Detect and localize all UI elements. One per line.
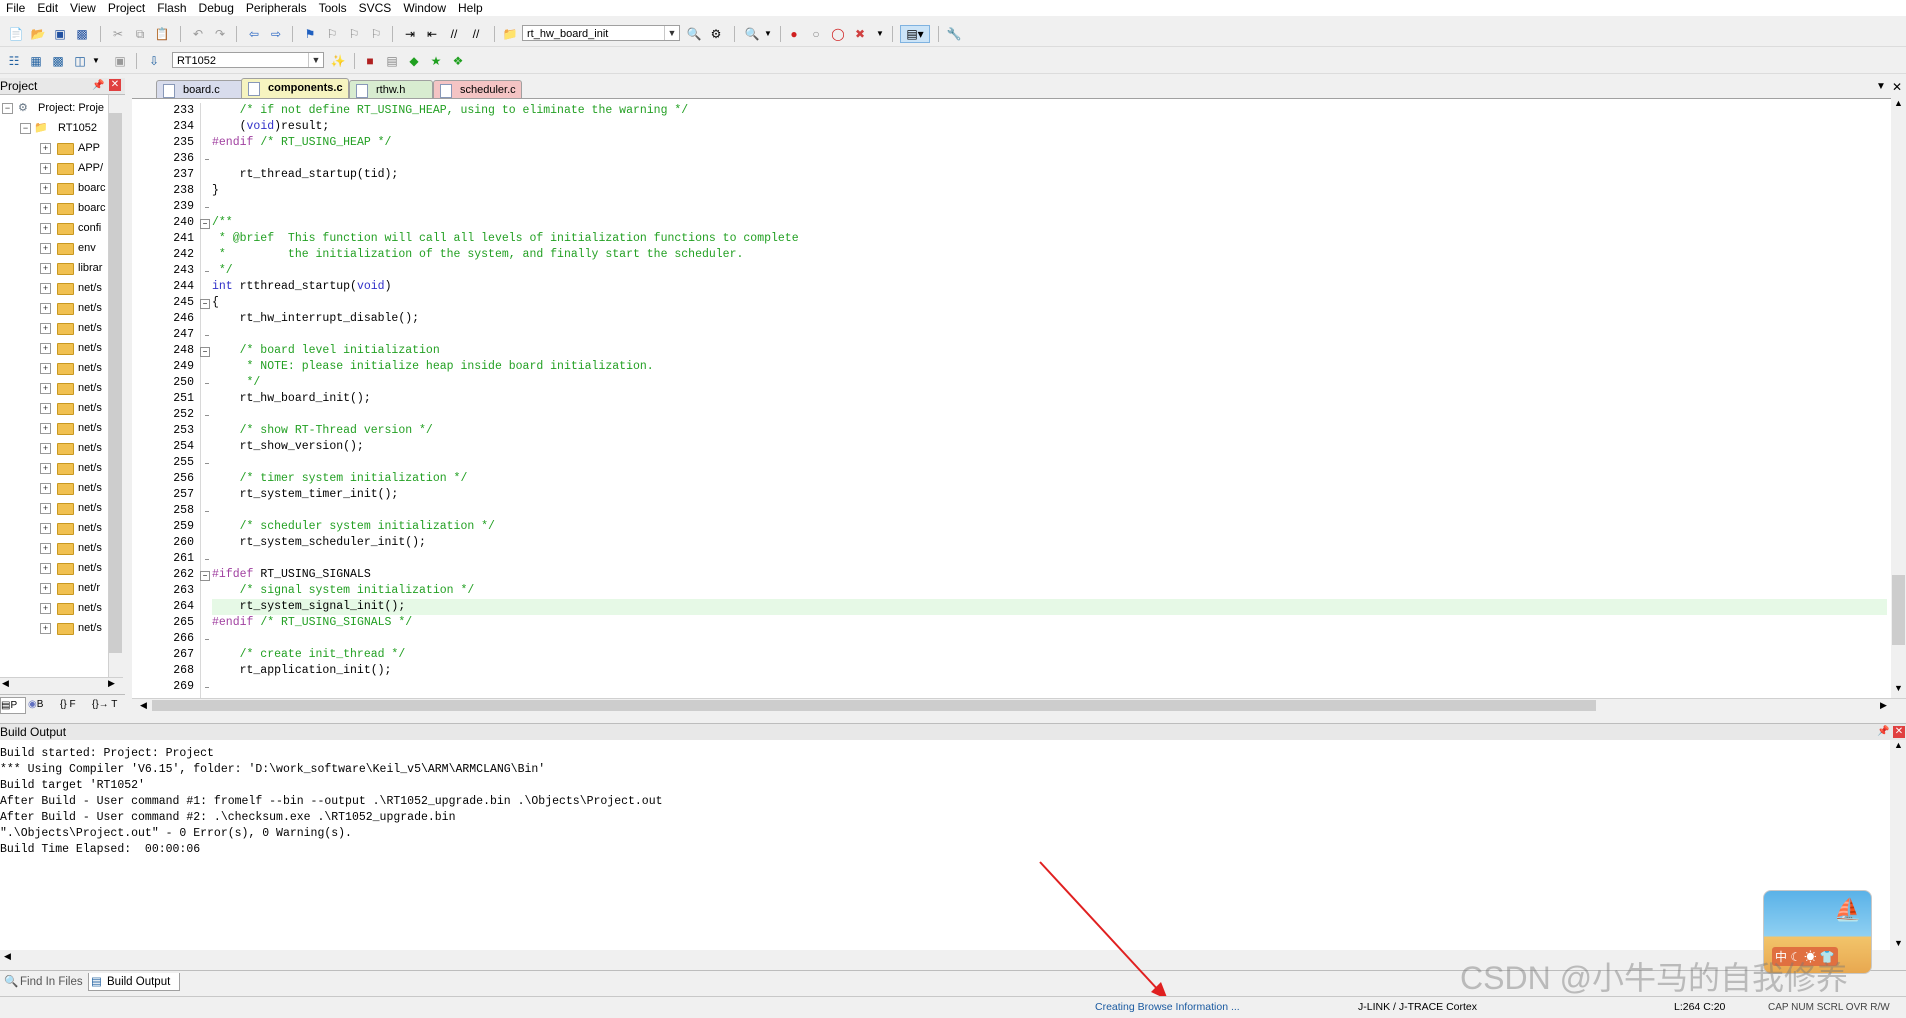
tab-label: components.c [268,82,343,94]
status-message: Creating Browse Information ... [1095,1001,1240,1013]
status-debugger: J-LINK / J-TRACE Cortex [1358,1001,1478,1013]
c-file-icon [248,82,260,96]
status-flags: CAP NUM SCRL OVR R/W [1768,1002,1890,1013]
status-cursor-position: L:264 C:20 [1674,1001,1726,1013]
tab-components-c[interactable]: components.c [241,78,349,98]
status-bar: Creating Browse Information ... J-LINK /… [0,996,1906,1018]
annotation-arrow [1039,861,1168,1000]
